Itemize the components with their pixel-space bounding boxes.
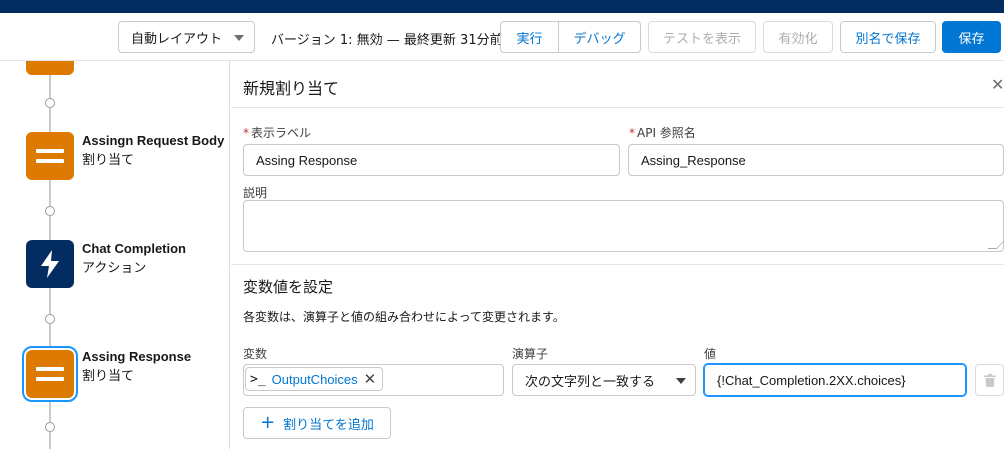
- section-description: 各変数は、演算子と値の組み合わせによって変更されます。: [243, 310, 565, 324]
- save-button[interactable]: 保存: [942, 21, 1001, 53]
- flow-canvas[interactable]: Assingn Request Body 割り当て Chat Completio…: [0, 61, 230, 449]
- equals-icon: [36, 367, 64, 381]
- node-subtitle: 割り当て: [82, 369, 135, 384]
- add-assignment-label: 割り当てを追加: [283, 417, 374, 433]
- activate-button[interactable]: 有効化: [763, 21, 833, 53]
- remove-icon[interactable]: ✕: [364, 372, 377, 387]
- assignment-editor-panel: 新規割り当て ✕ * 表示ラベル Assing Response * API 参照名…: [231, 61, 1004, 449]
- add-assignment-button[interactable]: + 割り当てを追加: [243, 407, 391, 439]
- connector-line: [49, 108, 51, 132]
- chevron-down-icon: [676, 378, 686, 384]
- node-title: Chat Completion: [82, 241, 186, 256]
- chevron-down-icon: [234, 35, 244, 41]
- value-column-label: 値: [704, 347, 717, 361]
- api-name-label: * API 参照名: [629, 126, 696, 140]
- connector-line: [49, 216, 51, 240]
- assignment-node-request-body[interactable]: [26, 132, 74, 180]
- connector-line: [49, 288, 51, 314]
- connector-line: [49, 324, 51, 348]
- delete-row-button[interactable]: [975, 364, 1004, 396]
- debug-button[interactable]: デバッグ: [558, 21, 641, 53]
- connector-line: [49, 180, 51, 206]
- divider: [231, 264, 1004, 265]
- variable-column-label: 変数: [243, 347, 268, 361]
- top-header-bar: [0, 0, 1004, 13]
- value-input[interactable]: {!Chat_Completion.2XX.choices}: [704, 364, 966, 396]
- description-textarea[interactable]: [243, 200, 1004, 252]
- plus-icon: +: [260, 412, 276, 433]
- connector-add-point[interactable]: [45, 98, 55, 108]
- connector-line: [49, 402, 51, 422]
- connector-add-point[interactable]: [45, 422, 55, 432]
- node-subtitle: アクション: [82, 261, 147, 276]
- connector-line: [49, 432, 51, 449]
- assignment-node-top[interactable]: [26, 61, 74, 75]
- layout-select[interactable]: 自動レイアウト: [118, 21, 255, 53]
- label-field-label: * 表示ラベル: [243, 126, 312, 140]
- text-variable-icon: >_: [250, 371, 266, 387]
- section-title: 変数値を設定: [243, 278, 334, 296]
- connector-add-point[interactable]: [45, 314, 55, 324]
- show-test-button[interactable]: テストを表示: [648, 21, 756, 53]
- connector-add-point[interactable]: [45, 206, 55, 216]
- panel-title: 新規割り当て: [243, 79, 340, 98]
- run-button[interactable]: 実行: [500, 21, 559, 53]
- node-title: Assing Response: [82, 349, 192, 364]
- operator-select-value: 次の文字列と一致する: [525, 374, 656, 390]
- node-subtitle: 割り当て: [82, 153, 135, 168]
- variable-pill[interactable]: >_ OutputChoices ✕: [245, 367, 384, 391]
- version-status: バージョン 1: 無効 — 最終更新 31分前: [271, 33, 503, 48]
- flow-toolbar: 自動レイアウト バージョン 1: 無効 — 最終更新 31分前 実行 デバッグ …: [0, 13, 1004, 61]
- assignment-node-response[interactable]: [22, 346, 78, 402]
- operator-column-label: 演算子: [512, 347, 549, 361]
- layout-select-value: 自動レイアウト: [131, 31, 223, 47]
- description-label: 説明: [243, 186, 268, 200]
- operator-select[interactable]: 次の文字列と一致する: [512, 364, 696, 396]
- api-name-input[interactable]: Assing_Response: [628, 144, 1004, 176]
- close-icon[interactable]: ✕: [991, 75, 1004, 95]
- node-title: Assingn Request Body: [82, 133, 225, 148]
- label-field-input[interactable]: Assing Response: [243, 144, 620, 176]
- save-as-button[interactable]: 別名で保存: [840, 21, 936, 53]
- equals-icon: [36, 149, 64, 163]
- variable-pill-label: OutputChoices: [271, 371, 358, 387]
- action-node-chat-completion[interactable]: [26, 240, 74, 288]
- divider: [231, 107, 1004, 108]
- lightning-icon: [41, 250, 59, 278]
- trash-icon: [983, 373, 996, 387]
